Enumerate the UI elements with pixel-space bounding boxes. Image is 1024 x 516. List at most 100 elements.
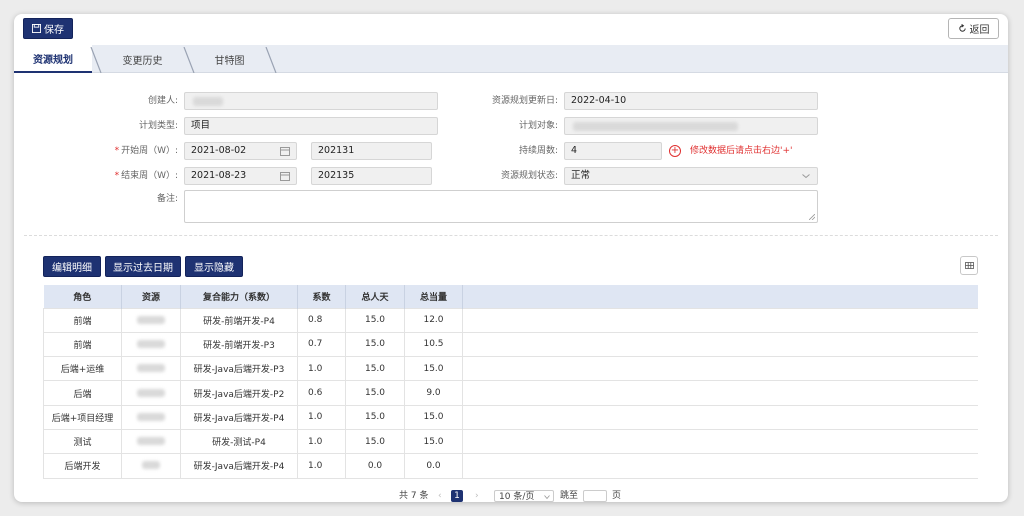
- column-header-total-days[interactable]: 总人天: [345, 285, 405, 308]
- grid-icon: [964, 262, 974, 269]
- table-row[interactable]: 后端 研发-Java后端开发-P2 0.6 15.0 9.0: [43, 380, 978, 406]
- resize-handle-icon[interactable]: [809, 214, 815, 220]
- total-count: 共 7 条: [399, 491, 429, 501]
- total-equivalent-cell: 0.0: [404, 453, 463, 479]
- resource-cell: [121, 380, 181, 406]
- end-date-picker[interactable]: 2021-08-23: [184, 167, 297, 185]
- redacted-value: [137, 339, 165, 348]
- start-week-field[interactable]: 202131: [311, 142, 432, 160]
- role-cell: 后端开发: [43, 453, 122, 479]
- plan-target-label: 计划对象:: [518, 121, 558, 131]
- page-size-select[interactable]: 10 条/页: [494, 490, 554, 502]
- total-days-cell: 15.0: [345, 428, 405, 454]
- duration-label: 持续周数:: [518, 146, 558, 156]
- start-week-label: * 开始周（W）:: [114, 146, 178, 156]
- plan-target-field[interactable]: [564, 117, 818, 135]
- plan-type-field[interactable]: 项目: [184, 117, 438, 135]
- coefficient-cell: 0.8: [297, 307, 346, 333]
- show-past-dates-button[interactable]: 显示过去日期: [105, 256, 181, 277]
- resource-table: 角色 资源 复合能力（系数） 系数 总人天 总当量 前端 研发-前端开发-P4 …: [43, 285, 978, 479]
- creator-field[interactable]: [184, 92, 438, 110]
- remarks-textarea[interactable]: [184, 190, 818, 223]
- capability-cell: 研发-前端开发-P4: [180, 307, 298, 333]
- section-divider: [24, 235, 998, 236]
- next-page-icon[interactable]: ›: [475, 490, 479, 502]
- refresh-icon: [958, 24, 966, 32]
- capability-cell: 研发-Java后端开发-P4: [180, 404, 298, 430]
- update-date-field[interactable]: 2022-04-10: [564, 92, 818, 110]
- jump-label: 跳至: [560, 491, 579, 501]
- tab-separator: [265, 47, 277, 73]
- back-label: 返回: [969, 25, 990, 36]
- tab-resource-plan[interactable]: 资源规划: [14, 45, 92, 73]
- table-header-row: 角色 资源 复合能力（系数） 系数 总人天 总当量: [43, 285, 978, 308]
- pagination: 共 7 条 ‹ 1 › 10 条/页 跳至 页: [14, 490, 1008, 502]
- column-header-role[interactable]: 角色: [43, 285, 122, 308]
- column-header-total-equivalent[interactable]: 总当量: [404, 285, 463, 308]
- resource-cell: [121, 356, 181, 381]
- toolbar: 保存 返回: [14, 14, 1008, 44]
- column-header-coefficient[interactable]: 系数: [297, 285, 346, 308]
- role-cell: 后端+运维: [43, 356, 122, 381]
- redacted-value: [137, 412, 165, 421]
- table-row[interactable]: 后端+项目经理 研发-Java后端开发-P4 1.0 15.0 15.0: [43, 404, 978, 430]
- chevron-down-icon: [544, 495, 550, 500]
- coefficient-cell: 1.0: [297, 428, 346, 454]
- role-cell: 前端: [43, 331, 122, 357]
- role-cell: 后端+项目经理: [43, 404, 122, 430]
- table-row[interactable]: 后端开发 研发-Java后端开发-P4 1.0 0.0 0.0: [43, 453, 978, 479]
- duration-field[interactable]: 4: [564, 142, 662, 160]
- resource-cell: [121, 331, 181, 357]
- calendar-icon: [280, 147, 290, 156]
- end-week-field[interactable]: 202135: [311, 167, 432, 185]
- coefficient-cell: 1.0: [297, 453, 346, 479]
- table-row[interactable]: 前端 研发-前端开发-P3 0.7 15.0 10.5: [43, 331, 978, 357]
- total-equivalent-cell: 9.0: [404, 380, 463, 406]
- show-hidden-button[interactable]: 显示隐藏: [185, 256, 243, 277]
- resource-cell: [121, 307, 181, 333]
- start-date-picker[interactable]: 2021-08-02: [184, 142, 297, 160]
- filler-cell: [462, 356, 978, 381]
- save-button[interactable]: 保存: [23, 18, 73, 39]
- end-week-label: * 结束周（W）:: [114, 171, 178, 181]
- column-header-resource[interactable]: 资源: [121, 285, 181, 308]
- back-button[interactable]: 返回: [948, 18, 999, 39]
- app-window: 保存 返回 资源规划 变更历史 甘特图 创建人: 资源规划更新日: 2022-0…: [14, 14, 1008, 502]
- column-settings-button[interactable]: [960, 256, 978, 275]
- filler-cell: [462, 428, 978, 454]
- column-header-filler: [462, 285, 978, 308]
- total-days-cell: 15.0: [345, 404, 405, 430]
- total-days-cell: 0.0: [345, 453, 405, 479]
- remarks-label: 备注:: [156, 194, 178, 204]
- creator-label: 创建人:: [147, 96, 178, 106]
- filler-cell: [462, 331, 978, 357]
- resource-cell: [121, 453, 181, 479]
- total-days-cell: 15.0: [345, 356, 405, 381]
- role-cell: 测试: [43, 428, 122, 454]
- table-row[interactable]: 前端 研发-前端开发-P4 0.8 15.0 12.0: [43, 307, 978, 333]
- table-row[interactable]: 测试 研发-测试-P4 1.0 15.0 15.0: [43, 428, 978, 454]
- total-equivalent-cell: 15.0: [404, 404, 463, 430]
- table-row[interactable]: 后端+运维 研发-Java后端开发-P3 1.0 15.0 15.0: [43, 356, 978, 381]
- save-label: 保存: [44, 25, 64, 36]
- page-number-current[interactable]: 1: [451, 490, 463, 502]
- redacted-value: [137, 437, 165, 446]
- status-select[interactable]: 正常: [564, 167, 818, 185]
- resource-cell: [121, 404, 181, 430]
- plus-circle-icon[interactable]: +: [669, 145, 681, 157]
- tab-bar: 资源规划 变更历史 甘特图: [14, 45, 1008, 73]
- prev-page-icon[interactable]: ‹: [438, 490, 442, 502]
- column-header-capability[interactable]: 复合能力（系数）: [180, 285, 298, 308]
- capability-cell: 研发-Java后端开发-P4: [180, 453, 298, 479]
- save-icon: [32, 24, 41, 33]
- jump-page-input[interactable]: [583, 490, 607, 502]
- role-cell: 后端: [43, 380, 122, 406]
- tab-gantt[interactable]: 甘特图: [192, 45, 267, 73]
- total-days-cell: 15.0: [345, 331, 405, 357]
- calendar-icon: [280, 172, 290, 181]
- tab-change-history[interactable]: 变更历史: [100, 45, 185, 73]
- resource-cell: [121, 428, 181, 454]
- filler-cell: [462, 380, 978, 406]
- redacted-value: [193, 97, 223, 106]
- edit-details-button[interactable]: 编辑明细: [43, 256, 101, 277]
